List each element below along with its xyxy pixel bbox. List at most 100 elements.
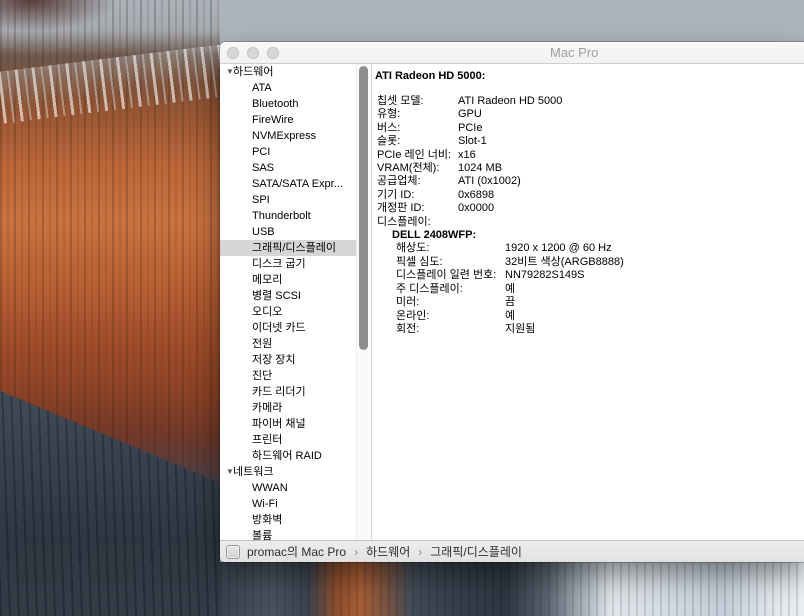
sidebar-item[interactable]: ▼Wi-Fi (220, 496, 356, 512)
sidebar-item-label: SPI (220, 194, 270, 206)
sidebar-item-label: 디스크 굽기 (220, 258, 306, 270)
property-row: 슬롯: Slot-1 (375, 135, 798, 148)
sidebar-item[interactable]: ▼네트워크 (220, 464, 356, 480)
property-row: 공급업체: ATI (0x1002) (375, 175, 798, 188)
property-value (458, 216, 798, 229)
property-value: x16 (458, 149, 798, 162)
mac-pro-device-icon (226, 545, 240, 559)
property-label: 버스: (375, 122, 458, 135)
sidebar-item[interactable]: ▼하드웨어 RAID (220, 448, 356, 464)
gpu-heading: ATI Radeon HD 5000: (375, 69, 798, 83)
display-heading: DELL 2408WFP: (375, 229, 798, 242)
display-section: DELL 2408WFP: 해상도: 1920 x 1200 @ 60 Hz 픽… (375, 229, 798, 336)
sidebar-item-label: FireWire (220, 114, 294, 126)
sidebar-item-label: 방화벽 (220, 514, 282, 526)
sidebar-item[interactable]: ▼병렬 SCSI (220, 288, 356, 304)
sidebar-item-label: 메모리 (220, 274, 282, 286)
property-value: 0x6898 (458, 189, 798, 202)
scrollbar-thumb[interactable] (359, 66, 368, 350)
sidebar-item[interactable]: ▼볼륨 (220, 528, 356, 540)
sidebar-item-label: 파이버 채널 (220, 418, 306, 430)
sidebar-item[interactable]: ▼SATA/SATA Expr... (220, 176, 356, 192)
sidebar-item[interactable]: ▼SPI (220, 192, 356, 208)
sidebar-item[interactable]: ▼하드웨어 (220, 64, 356, 80)
sidebar-item[interactable]: ▼진단 (220, 368, 356, 384)
sidebar-item-label: 진단 (220, 370, 272, 382)
sidebar-item[interactable]: ▼디스크 굽기 (220, 256, 356, 272)
property-row: 버스: PCIe (375, 122, 798, 135)
sidebar-item[interactable]: ▼이더넷 카드 (220, 320, 356, 336)
sidebar-item-label: Wi-Fi (220, 498, 278, 510)
property-value: PCIe (458, 122, 798, 135)
sidebar-item-label: 저장 장치 (220, 354, 296, 366)
sidebar-item[interactable]: ▼USB (220, 224, 356, 240)
sidebar-item-label: PCI (220, 146, 270, 158)
property-value: 0x0000 (458, 202, 798, 215)
sidebar-item[interactable]: ▼WWAN (220, 480, 356, 496)
property-value: ATI Radeon HD 5000 (458, 95, 798, 108)
close-button[interactable] (227, 47, 239, 59)
sidebar-item[interactable]: ▼Thunderbolt (220, 208, 356, 224)
sidebar-scrollbar[interactable] (356, 64, 372, 540)
disclosure-triangle-icon: ▼ (220, 464, 233, 480)
window-main: ▼하드웨어 ▼ATA ▼Bluetooth ▼FireWire ▼NVMExpr… (220, 64, 804, 540)
sidebar-item[interactable]: ▼메모리 (220, 272, 356, 288)
gpu-properties: 칩셋 모델: ATI Radeon HD 5000 유형: GPU 버스: PC… (375, 95, 798, 229)
sidebar-item[interactable]: ▼방화벽 (220, 512, 356, 528)
sidebar-item-label: Bluetooth (220, 98, 298, 110)
path-bar: promac의 Mac Pro › 하드웨어 › 그래픽/디스플레이 (220, 540, 804, 562)
property-label: 유형: (375, 108, 458, 121)
property-label: 슬롯: (375, 135, 458, 148)
sidebar-item-label: 전원 (220, 338, 272, 350)
sidebar-item-label: 카메라 (220, 402, 282, 414)
property-value: GPU (458, 108, 798, 121)
property-label: 디스플레이: (375, 216, 458, 229)
category-sidebar[interactable]: ▼하드웨어 ▼ATA ▼Bluetooth ▼FireWire ▼NVMExpr… (220, 64, 356, 540)
property-label: 디스플레이 일련 번호: (396, 269, 505, 282)
sidebar-item[interactable]: ▼그래픽/디스플레이 (220, 240, 356, 256)
property-row: 칩셋 모델: ATI Radeon HD 5000 (375, 95, 798, 108)
property-row: VRAM(전체): 1024 MB (375, 162, 798, 175)
breadcrumb: promac의 Mac Pro › 하드웨어 › 그래픽/디스플레이 (247, 543, 522, 561)
wallpaper-cliff-top-rock (0, 0, 160, 60)
sidebar-item-label: 하드웨어 (233, 66, 273, 78)
property-row: 미러: 끔 (375, 296, 798, 309)
breadcrumb-item[interactable]: › 하드웨어 (346, 543, 410, 560)
property-value: Slot-1 (458, 135, 798, 148)
property-row: PCIe 레인 너비: x16 (375, 149, 798, 162)
traffic-lights (227, 47, 279, 59)
zoom-button[interactable] (267, 47, 279, 59)
property-label: 회전: (396, 323, 505, 336)
breadcrumb-label: 그래픽/디스플레이 (430, 543, 522, 560)
sidebar-item[interactable]: ▼저장 장치 (220, 352, 356, 368)
sidebar-item[interactable]: ▼오디오 (220, 304, 356, 320)
sidebar-item[interactable]: ▼NVMExpress (220, 128, 356, 144)
sidebar-item[interactable]: ▼파이버 채널 (220, 416, 356, 432)
sidebar-item[interactable]: ▼SAS (220, 160, 356, 176)
breadcrumb-item[interactable]: promac의 Mac Pro (247, 543, 346, 560)
wallpaper-bottom-mountains (220, 562, 804, 616)
sidebar-item[interactable]: ▼카드 리더기 (220, 384, 356, 400)
sidebar-item[interactable]: ▼PCI (220, 144, 356, 160)
window-title: Mac Pro (550, 42, 598, 63)
sidebar-item-label: 이더넷 카드 (220, 322, 306, 334)
minimize-button[interactable] (247, 47, 259, 59)
sidebar-item[interactable]: ▼프린터 (220, 432, 356, 448)
property-label: 주 디스플레이: (396, 283, 505, 296)
sidebar-item[interactable]: ▼Bluetooth (220, 96, 356, 112)
sidebar-item[interactable]: ▼카메라 (220, 400, 356, 416)
sidebar-item-label: 오디오 (220, 306, 282, 318)
breadcrumb-label: 하드웨어 (366, 543, 410, 560)
sidebar-item[interactable]: ▼FireWire (220, 112, 356, 128)
window-titlebar[interactable]: Mac Pro (220, 42, 804, 64)
property-row: 픽셀 심도: 32비트 색상(ARGB8888) (375, 256, 798, 269)
property-row: 디스플레이: (375, 216, 798, 229)
sidebar-item-label: 하드웨어 RAID (220, 450, 322, 462)
breadcrumb-item[interactable]: › 그래픽/디스플레이 (410, 543, 522, 560)
property-row: 개정판 ID: 0x0000 (375, 202, 798, 215)
sidebar-item-label: ATA (220, 82, 272, 94)
sidebar-item[interactable]: ▼전원 (220, 336, 356, 352)
property-label: 미러: (396, 296, 505, 309)
sidebar-item-label: USB (220, 226, 275, 238)
sidebar-item[interactable]: ▼ATA (220, 80, 356, 96)
